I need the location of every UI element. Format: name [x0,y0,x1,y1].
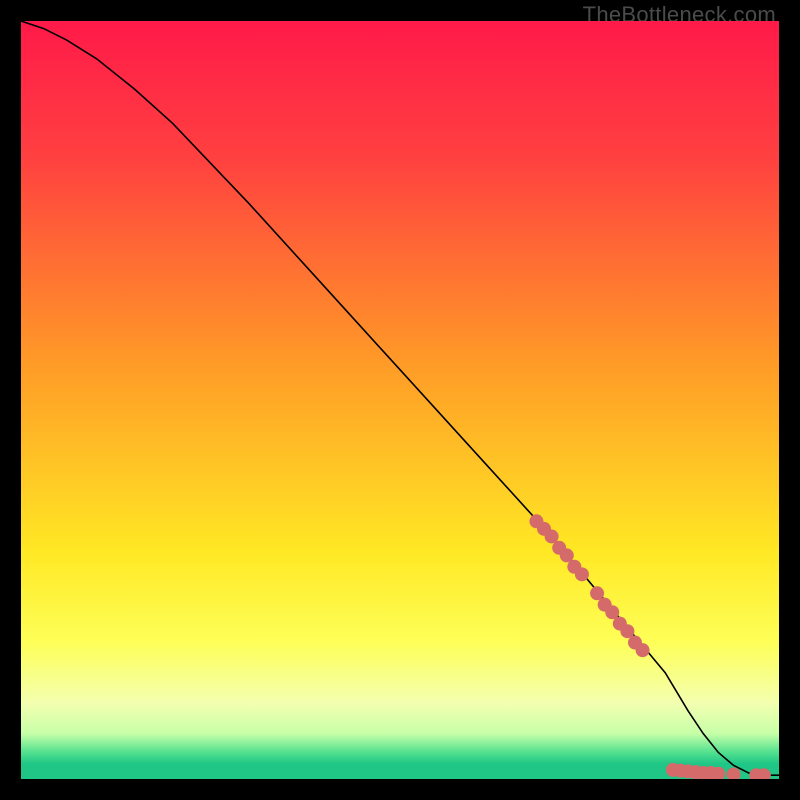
data-marker [545,529,559,543]
chart-background [21,21,779,779]
data-marker [605,605,619,619]
data-marker [636,643,650,657]
chart-svg [21,21,779,779]
data-marker [575,567,589,581]
data-marker [560,548,574,562]
data-marker [620,624,634,638]
data-marker [590,586,604,600]
chart-frame [21,21,779,779]
